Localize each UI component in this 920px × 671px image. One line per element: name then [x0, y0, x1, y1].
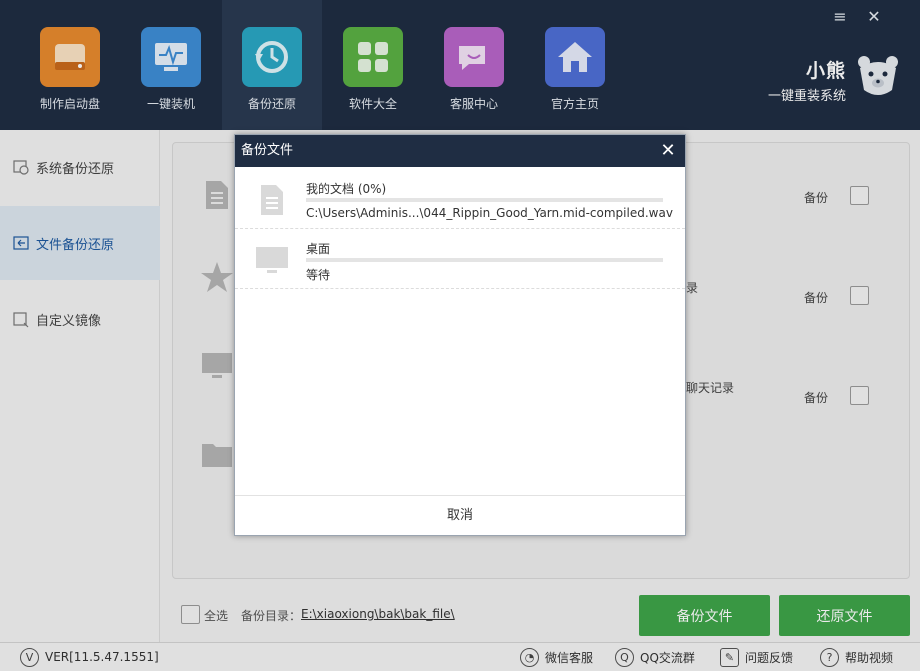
- dialog-close-button[interactable]: ✕: [659, 142, 677, 160]
- task-progress-bar: [306, 258, 663, 262]
- desktop-icon: [256, 247, 288, 273]
- task-detail: 等待: [306, 268, 331, 282]
- task-row: 我的文档 (0%) C:\Users\Adminis...\044_Rippin…: [235, 169, 685, 229]
- task-progress-bar: [306, 198, 663, 202]
- cancel-button[interactable]: 取消: [235, 495, 685, 535]
- backup-dialog: 备份文件 ✕ 我的文档 (0%) C:\Users\Adminis...\044…: [234, 134, 686, 536]
- task-row: 桌面 等待: [235, 229, 685, 289]
- task-name: 我的文档 (0%): [306, 182, 387, 196]
- task-name: 桌面: [306, 242, 331, 256]
- task-detail: C:\Users\Adminis...\044_Rippin_Good_Yarn…: [306, 206, 673, 220]
- document-icon: [261, 185, 283, 215]
- dialog-title: 备份文件: [235, 135, 685, 167]
